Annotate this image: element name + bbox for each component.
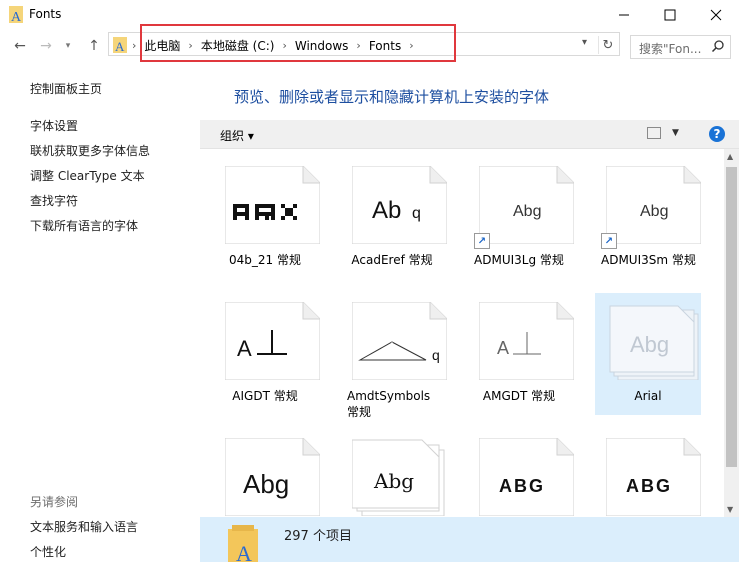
svg-text:Ab: Ab <box>372 197 401 224</box>
fonts-folder-icon: A <box>9 6 23 23</box>
font-family-icon: Abg <box>352 439 445 516</box>
font-name: 04b_21 常规 <box>229 253 301 267</box>
font-name: ADMUI3Lg 常规 <box>474 253 564 267</box>
font-name: AmdtSymbols 常规 <box>347 389 431 419</box>
view-dropdown-icon[interactable]: ▼ <box>672 128 679 138</box>
font-file-icon: A <box>479 302 574 380</box>
arrow-up-icon: ↑ <box>88 38 100 54</box>
search-input[interactable]: 搜索"Fon... <box>630 35 731 59</box>
font-item[interactable]: Abg ↗ ADMUI3Lg 常规 <box>466 157 574 279</box>
sidebar-link-download-fonts[interactable]: 下载所有语言的字体 <box>30 217 138 234</box>
minimize-button[interactable] <box>601 0 647 30</box>
sidebar-link-personalization[interactable]: 个性化 <box>30 543 66 560</box>
command-bar: 组织 ▾ ▼ ? <box>200 120 739 149</box>
font-item[interactable]: 04b_21 常规 <box>212 157 320 279</box>
font-name: AMGDT 常规 <box>482 389 556 403</box>
font-file-icon: Abg <box>606 166 701 244</box>
arrow-left-icon: ← <box>14 38 26 54</box>
scrollbar-thumb[interactable] <box>726 167 737 467</box>
recent-locations-button[interactable]: ▾ <box>60 38 76 54</box>
organize-button[interactable]: 组织 ▾ <box>220 127 254 144</box>
shortcut-arrow-icon: ↗ <box>474 233 490 249</box>
font-name: AcadEref 常规 <box>351 253 433 267</box>
window-title: Fonts <box>29 7 62 21</box>
page-title: 预览、删除或者显示和隐藏计算机上安装的字体 <box>234 88 550 106</box>
sidebar-link-control-panel-home[interactable]: 控制面板主页 <box>30 80 102 97</box>
font-file-icon: ABG <box>479 438 574 516</box>
refresh-button[interactable]: ↻ <box>598 36 617 54</box>
svg-text:Abg: Abg <box>630 332 669 357</box>
svg-text:A: A <box>236 541 252 562</box>
font-item[interactable]: ABG <box>593 429 701 517</box>
font-name: AIGDT 常规 <box>232 389 298 403</box>
maximize-button[interactable] <box>647 0 693 30</box>
fonts-location-icon: A <box>113 37 127 53</box>
font-item[interactable]: Abg ↗ ADMUI3Sm 常规 <box>593 157 701 279</box>
font-item[interactable]: Abg <box>339 429 445 517</box>
font-file-icon <box>225 166 320 244</box>
details-pane: A 297 个项目 <box>200 517 739 562</box>
font-name: ADMUI3Sm 常规 <box>601 253 696 267</box>
vertical-scrollbar[interactable]: ▲ ▼ <box>724 149 739 517</box>
chevron-right-icon: › <box>132 39 137 52</box>
svg-text:q: q <box>432 347 440 363</box>
address-dropdown-icon[interactable]: ▾ <box>582 37 587 48</box>
maximize-icon <box>664 9 676 21</box>
address-highlight-box <box>140 24 456 62</box>
font-item[interactable]: Ab q AcadEref 常规 <box>339 157 447 279</box>
sidebar-link-get-more-fonts[interactable]: 联机获取更多字体信息 <box>30 142 150 159</box>
sidebar-link-find-character[interactable]: 查找字符 <box>30 192 78 209</box>
fonts-folder-icon: A <box>228 525 258 562</box>
sidebar-link-font-settings[interactable]: 字体设置 <box>30 117 78 134</box>
back-button[interactable]: ← <box>12 38 28 54</box>
view-options-icon[interactable] <box>647 127 661 139</box>
svg-text:A: A <box>11 10 22 23</box>
font-file-icon: q <box>352 302 447 380</box>
scroll-up-icon[interactable]: ▲ <box>727 152 733 161</box>
font-name: Arial <box>634 389 662 403</box>
svg-text:Abg: Abg <box>373 469 414 493</box>
font-list: 04b_21 常规 Ab q AcadEref 常规 Abg ↗ ADMUI3L… <box>200 149 724 517</box>
font-file-icon: Ab q <box>352 166 447 244</box>
close-button[interactable] <box>693 0 739 30</box>
chevron-down-icon: ▾ <box>65 41 71 51</box>
svg-text:A: A <box>497 338 509 358</box>
svg-text:Abg: Abg <box>243 469 289 499</box>
svg-text:A: A <box>237 336 252 361</box>
font-item[interactable]: q AmdtSymbols 常规 <box>339 293 447 419</box>
svg-text:Abg: Abg <box>640 203 668 220</box>
search-icon <box>711 40 724 53</box>
svg-text:q: q <box>412 205 421 222</box>
font-item[interactable]: A AIGDT 常规 <box>212 293 320 415</box>
sidebar-link-cleartype[interactable]: 调整 ClearType 文本 <box>30 167 145 184</box>
svg-text:ABG: ABG <box>626 476 672 496</box>
help-icon[interactable]: ? <box>709 126 725 142</box>
font-item[interactable]: ABG <box>466 429 574 517</box>
minimize-icon <box>619 14 629 16</box>
scroll-down-icon[interactable]: ▼ <box>727 505 733 514</box>
sidebar-link-text-services[interactable]: 文本服务和输入语言 <box>30 518 138 535</box>
font-file-icon: Abg <box>225 438 320 516</box>
font-item-selected[interactable]: Abg Arial <box>595 293 701 415</box>
svg-text:ABG: ABG <box>499 476 545 496</box>
font-file-icon: ABG <box>606 438 701 516</box>
svg-text:A: A <box>115 39 125 53</box>
font-item[interactable]: Abg <box>212 429 320 517</box>
refresh-icon: ↻ <box>602 37 614 53</box>
font-family-icon: Abg <box>609 305 699 380</box>
item-count: 297 个项目 <box>284 529 352 544</box>
search-placeholder: 搜索"Fon... <box>639 42 702 56</box>
font-item[interactable]: A AMGDT 常规 <box>466 293 574 415</box>
arrow-right-icon: → <box>40 38 52 54</box>
svg-text:Abg: Abg <box>513 203 541 220</box>
sidebar: 控制面板主页 字体设置 联机获取更多字体信息 调整 ClearType 文本 查… <box>0 62 200 562</box>
shortcut-arrow-icon: ↗ <box>601 233 617 249</box>
font-file-icon: A <box>225 302 320 380</box>
forward-button[interactable]: → <box>38 38 54 54</box>
font-file-icon: Abg <box>479 166 574 244</box>
up-button[interactable]: ↑ <box>86 38 102 54</box>
see-also-heading: 另请参阅 <box>30 495 79 509</box>
close-icon <box>710 9 722 21</box>
